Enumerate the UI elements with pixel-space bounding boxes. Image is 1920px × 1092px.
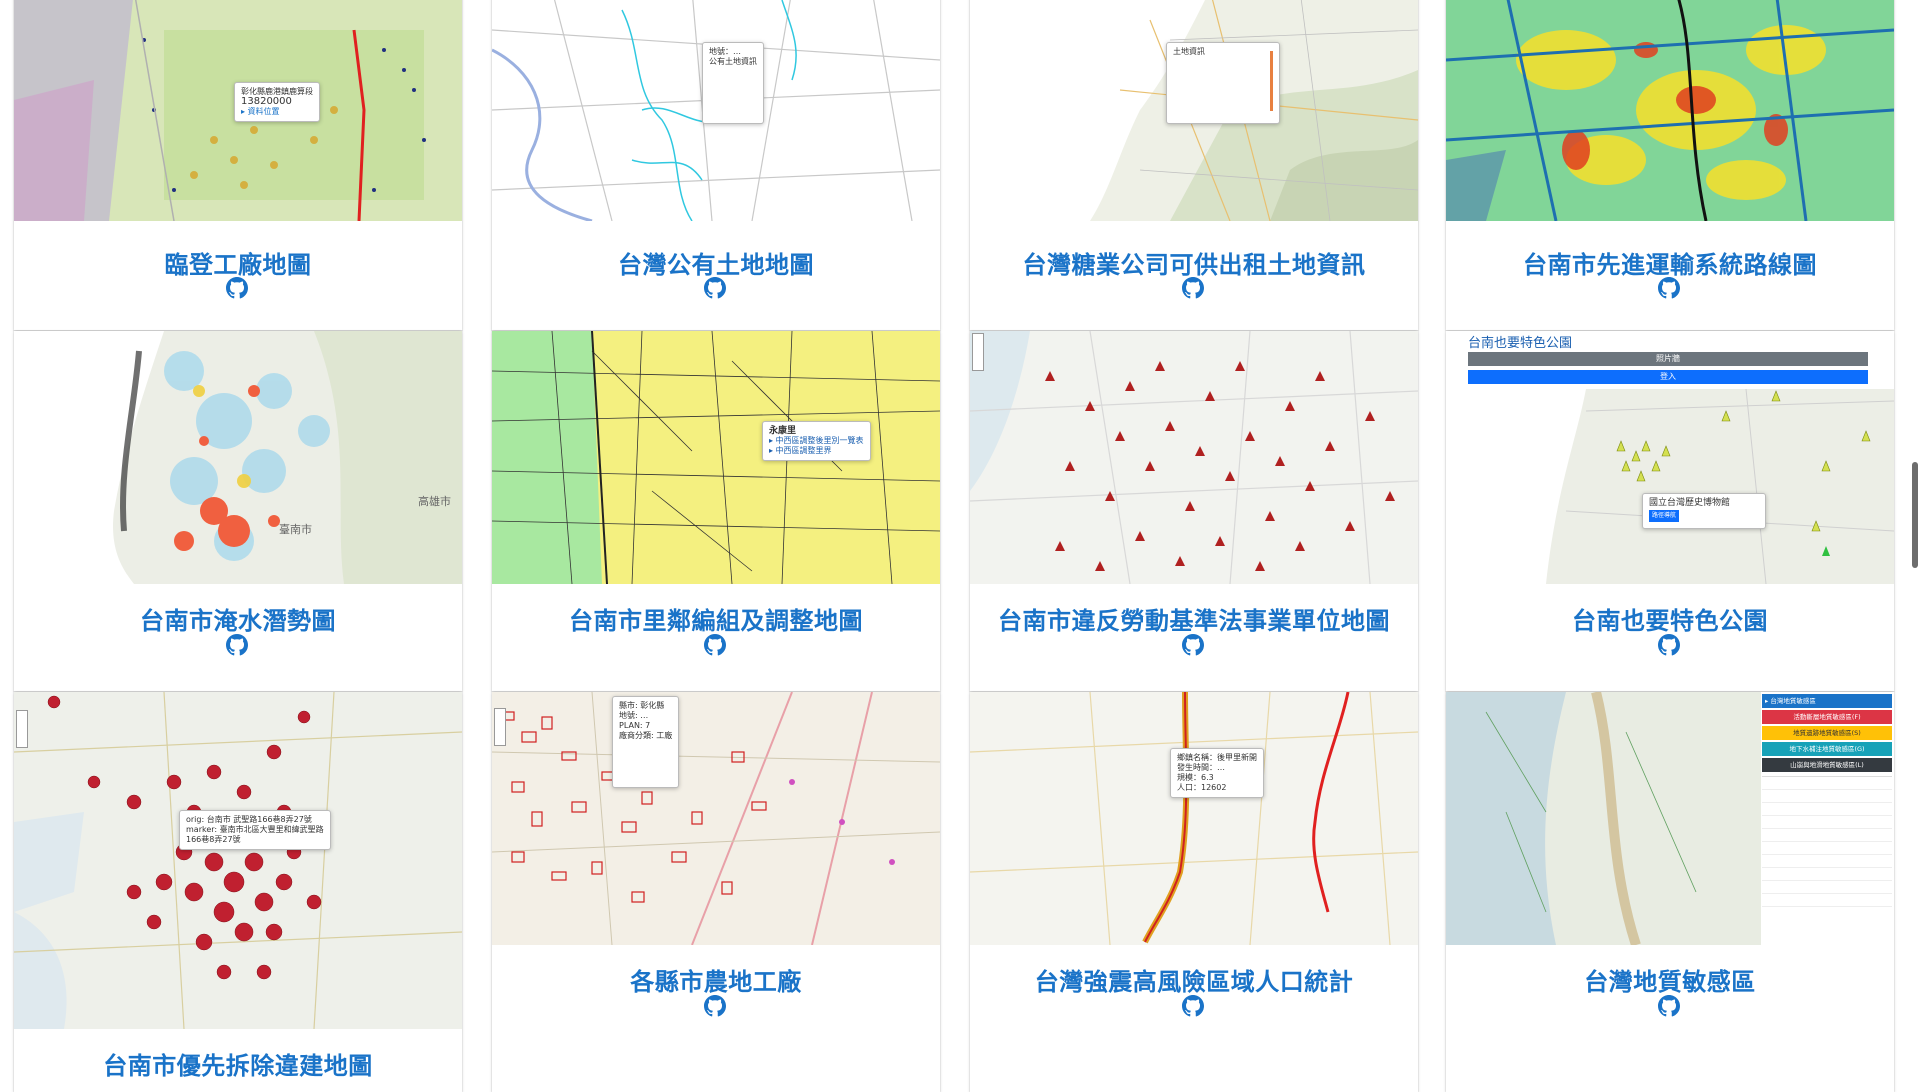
project-card[interactable]: orig: 台南市 武聖路166巷8弄27號 marker: 臺南市北區大豐里和…	[14, 692, 462, 1092]
github-icon[interactable]	[1182, 277, 1204, 299]
github-icon[interactable]	[704, 634, 726, 656]
map-thumbnail[interactable]: 台南也要特色公園 照片牆 登入 國立台灣歷史博物館 路徑導航	[1446, 331, 1894, 584]
project-title[interactable]: 台南市優先拆除違建地圖	[14, 1046, 462, 1081]
project-card[interactable]: 土地資訊 台灣糖業公司可供出租土地資訊	[970, 0, 1418, 330]
legend-header[interactable]: ▸ 台灣地質敏感區	[1762, 694, 1892, 708]
project-card[interactable]: 台南也要特色公園 照片牆 登入 國立台灣歷史博物館 路徑導航 台南也要特色公園	[1446, 331, 1894, 691]
github-icon[interactable]	[704, 277, 726, 299]
zoom-control[interactable]	[494, 708, 506, 746]
project-grid: 彰化縣鹿港鎮鹿算段 13820000 ▸ 資料位置 臨登工廠地圖 地號：… 公有…	[0, 0, 1920, 1092]
map-popup: 永康里 ▸ 中西區調整後里別一覽表 ▸ 中西區調整里界	[762, 421, 871, 461]
github-icon[interactable]	[226, 277, 248, 299]
project-title[interactable]: 台南也要特色公園	[1446, 601, 1894, 636]
map-popup: 彰化縣鹿港鎮鹿算段 13820000 ▸ 資料位置	[234, 82, 320, 122]
project-title[interactable]: 台灣強震高風險區域人口統計	[970, 962, 1418, 997]
layer-legend[interactable]: ▸ 台灣地質敏感區 活動斷層地質敏感區(F) 地質遺跡地質敏感區(S) 地下水補…	[1762, 694, 1892, 917]
map-thumbnail[interactable]: 彰化縣鹿港鎮鹿算段 13820000 ▸ 資料位置	[14, 0, 462, 221]
github-icon[interactable]	[1658, 277, 1680, 299]
map-popup: 縣市: 彰化縣 地號: … PLAN: 7 廠商分類: 工廠	[612, 696, 680, 788]
map-thumbnail[interactable]: orig: 台南市 武聖路166巷8弄27號 marker: 臺南市北區大豐里和…	[14, 692, 462, 1029]
map-thumbnail[interactable]: 土地資訊	[970, 0, 1418, 221]
legend-item-geoheritage[interactable]: 地質遺跡地質敏感區(S)	[1762, 726, 1892, 740]
map-thumbnail[interactable]: 臺南市 高雄市	[14, 331, 462, 584]
github-icon[interactable]	[1182, 995, 1204, 1017]
page-scrollbar[interactable]	[1912, 462, 1918, 568]
map-popup: 國立台灣歷史博物館 路徑導航	[1642, 493, 1766, 529]
github-icon[interactable]	[704, 995, 726, 1017]
legend-item-fault[interactable]: 活動斷層地質敏感區(F)	[1762, 710, 1892, 724]
project-card[interactable]: 永康里 ▸ 中西區調整後里別一覽表 ▸ 中西區調整里界 台南市里鄰編組及調整地圖	[492, 331, 940, 691]
project-card[interactable]: 台南市先進運輸系統路線圖	[1446, 0, 1894, 330]
github-icon[interactable]	[1658, 634, 1680, 656]
map-label: 高雄市	[418, 495, 451, 508]
project-card[interactable]: 台南市違反勞動基準法事業單位地圖	[970, 331, 1418, 691]
project-title[interactable]: 台南市里鄰編組及調整地圖	[492, 601, 940, 636]
zoom-control[interactable]	[16, 710, 28, 748]
map-thumbnail[interactable]: 永康里 ▸ 中西區調整後里別一覽表 ▸ 中西區調整里界	[492, 331, 940, 584]
project-card[interactable]: ▸ 台灣地質敏感區 活動斷層地質敏感區(F) 地質遺跡地質敏感區(S) 地下水補…	[1446, 692, 1894, 1092]
legend-item-groundwater[interactable]: 地下水補注地質敏感區(G)	[1762, 742, 1892, 756]
map-thumbnail[interactable]	[1446, 0, 1894, 221]
navigate-button[interactable]: 路徑導航	[1649, 510, 1680, 522]
project-card[interactable]: 鄉鎮名稱：後甲里新開 發生時間：… 規模：6.3 人口：12602 台灣強震高風…	[970, 692, 1418, 1092]
map-popup: 土地資訊	[1166, 42, 1280, 124]
project-title[interactable]: 台南市違反勞動基準法事業單位地圖	[970, 601, 1418, 636]
github-icon[interactable]	[1658, 995, 1680, 1017]
github-icon[interactable]	[1182, 634, 1204, 656]
project-card[interactable]: 縣市: 彰化縣 地號: … PLAN: 7 廠商分類: 工廠 各縣市農地工廠	[492, 692, 940, 1092]
map-popup: 鄉鎮名稱：後甲里新開 發生時間：… 規模：6.3 人口：12602	[1170, 748, 1264, 798]
map-thumbnail[interactable]: 縣市: 彰化縣 地號: … PLAN: 7 廠商分類: 工廠	[492, 692, 940, 945]
zoom-control[interactable]	[972, 333, 984, 371]
map-thumbnail[interactable]	[970, 331, 1418, 584]
project-title[interactable]: 台南市先進運輸系統路線圖	[1446, 245, 1894, 280]
project-card[interactable]: 彰化縣鹿港鎮鹿算段 13820000 ▸ 資料位置 臨登工廠地圖	[14, 0, 462, 330]
project-title[interactable]: 台灣公有土地地圖	[492, 245, 940, 280]
project-card[interactable]: 地號：… 公有土地資訊 台灣公有土地地圖	[492, 0, 940, 330]
legend-item-landslide[interactable]: 山崩與地滑地質敏感區(L)	[1762, 758, 1892, 772]
map-popup: 地號：… 公有土地資訊	[702, 42, 764, 124]
map-thumbnail[interactable]: 地號：… 公有土地資訊	[492, 0, 940, 221]
map-thumbnail[interactable]: ▸ 台灣地質敏感區 活動斷層地質敏感區(F) 地質遺跡地質敏感區(S) 地下水補…	[1446, 692, 1894, 945]
map-thumbnail[interactable]: 鄉鎮名稱：後甲里新開 發生時間：… 規模：6.3 人口：12602	[970, 692, 1418, 945]
map-popup: orig: 台南市 武聖路166巷8弄27號 marker: 臺南市北區大豐里和…	[179, 810, 331, 850]
project-title[interactable]: 各縣市農地工廠	[492, 962, 940, 997]
project-title[interactable]: 台南市淹水潛勢圖	[14, 601, 462, 636]
map-label: 臺南市	[279, 523, 312, 536]
project-card[interactable]: 臺南市 高雄市 台南市淹水潛勢圖	[14, 331, 462, 691]
project-title[interactable]: 臨登工廠地圖	[14, 245, 462, 280]
project-title[interactable]: 台灣地質敏感區	[1446, 962, 1894, 997]
github-icon[interactable]	[226, 634, 248, 656]
project-title[interactable]: 台灣糖業公司可供出租土地資訊	[970, 245, 1418, 280]
